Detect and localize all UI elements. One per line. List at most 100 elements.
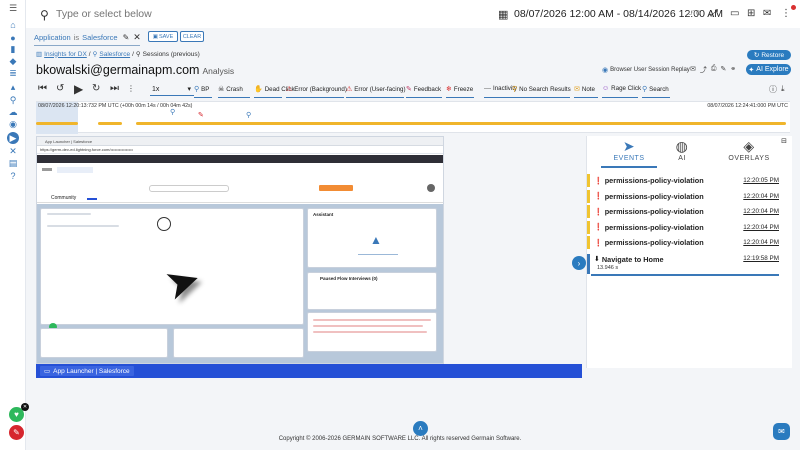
menu-icon[interactable]: ☰ — [7, 3, 19, 13]
expand-panel-button[interactable]: › — [572, 256, 586, 270]
home-icon[interactable]: ⌂ — [7, 20, 19, 30]
filter-tag-underline — [218, 97, 250, 98]
filter-tag-note[interactable]: ✉ Note — [574, 85, 595, 94]
insights-icon: ▥ — [36, 51, 43, 58]
filter-tag-no-search-results[interactable]: ⚲ No Search Results — [512, 85, 571, 94]
event-row[interactable]: ❗ permissions-policy-violation 12:20:04 PM — [587, 189, 781, 203]
feedback-marker-icon[interactable]: ✎ — [198, 111, 204, 119]
speed-select[interactable]: 1x ▾ — [150, 83, 194, 96]
dashboard-icon[interactable]: ▮ — [7, 44, 19, 54]
list-icon[interactable]: ≣ — [7, 68, 19, 78]
event-time[interactable]: 12:20:04 PM — [743, 193, 779, 200]
filter-tag-underline — [512, 97, 570, 98]
rewind-icon[interactable]: ↺ — [56, 83, 64, 94]
event-row[interactable]: ❗ permissions-policy-violation 12:20:05 PM — [587, 174, 781, 187]
pin-icon[interactable]: ✎ — [123, 33, 130, 42]
session-replay-viewport[interactable]: App Launcher | Salesforce https://germ-d… — [36, 136, 444, 364]
filter-tag-freeze[interactable]: ❄ Freeze — [446, 85, 473, 94]
help-icon[interactable]: ? — [7, 171, 19, 181]
tab-events[interactable]: ➤ EVENTS — [601, 138, 657, 162]
clear-button[interactable]: CLEAR — [180, 31, 204, 42]
globe-icon[interactable]: ◉ — [7, 119, 19, 129]
feedback-negative-button[interactable]: ✎ — [9, 425, 24, 440]
share-icon[interactable]: ⤴ — [700, 65, 707, 75]
replay-sf-header — [37, 155, 443, 163]
replay-mode-label: Browser User Session Replay — [610, 67, 690, 73]
replay-text-card — [307, 312, 437, 352]
alert-icon: ❗ — [594, 224, 603, 231]
breadcrumb-insights[interactable]: Insights for DX — [44, 51, 87, 58]
save-icon: ▣ — [152, 33, 158, 40]
event-time[interactable]: 12:19:58 PM — [743, 255, 779, 262]
filter-tag-feedback[interactable]: ✎ Feedback — [406, 85, 441, 94]
forward-icon[interactable]: ↻ — [92, 83, 100, 94]
download-icon[interactable]: ⤓ — [781, 84, 785, 94]
replay-text-line — [313, 331, 427, 333]
ai-explore-label: AI Explore — [756, 66, 789, 73]
skip-back-icon[interactable]: ⏮ — [38, 83, 47, 94]
skip-forward-icon[interactable]: ⏭ — [110, 83, 119, 94]
breadcrumb-sessions: Sessions (previous) — [142, 50, 200, 58]
feedback-close-button[interactable]: ✕ — [21, 403, 29, 411]
cloud-icon[interactable]: ☁ — [7, 107, 19, 117]
filter-tag-label: Rage Click — [611, 85, 642, 92]
filter-tag-rage-click[interactable]: ☺ Rage Click — [602, 85, 641, 92]
play-icon[interactable]: ▶ — [74, 82, 83, 96]
event-time[interactable]: 12:20:04 PM — [743, 224, 779, 231]
fullscreen-icon[interactable]: ⤢ — [710, 8, 718, 19]
filter-tag-crash[interactable]: ☠ Crash — [218, 85, 243, 94]
account-icon[interactable]: ⋮ — [781, 8, 791, 19]
event-row[interactable]: ❗ permissions-policy-violation 12:20:04 PM — [587, 220, 781, 234]
ai-explore-button[interactable]: ✦ AI Explore — [746, 64, 791, 75]
filter-tag-bp[interactable]: ⚲ BP — [194, 85, 209, 94]
replay-mode[interactable]: ◉ Browser User Session Replay — [602, 66, 690, 74]
event-time[interactable]: 12:20:04 PM — [743, 239, 779, 246]
search-input[interactable] — [56, 6, 276, 22]
breadcrumb-salesforce[interactable]: Salesforce — [99, 51, 130, 58]
report-icon[interactable]: ▤ — [7, 158, 19, 168]
settings-icon[interactable]: ⊞ — [747, 8, 755, 19]
monitor-icon[interactable]: ▭ — [730, 8, 739, 19]
scroll-top-button[interactable]: ˄ — [413, 421, 428, 436]
tab-ai[interactable]: ◍ AI — [654, 138, 710, 162]
info-icon[interactable]: ⓘ — [769, 84, 777, 95]
event-row[interactable]: ❗ permissions-policy-violation 12:20:04 PM — [587, 236, 781, 249]
edit-icon[interactable]: ✎ — [720, 65, 726, 75]
tab-overlays[interactable]: ◈ OVERLAYS — [721, 138, 777, 162]
event-time[interactable]: 12:20:04 PM — [743, 208, 779, 215]
restore-icon: ↻ — [753, 52, 760, 59]
session-replay-icon[interactable]: ▶ — [7, 132, 19, 144]
comment-icon[interactable]: ✉ — [690, 65, 696, 75]
filter-tag-error-user-facing[interactable]: ⚠ Error (User-facing) — [346, 85, 406, 94]
tree-icon: ▲ — [370, 233, 382, 247]
collapse-icon[interactable]: ⊟ — [781, 137, 787, 145]
more-icon[interactable]: ⋮ — [127, 84, 135, 93]
events-tabs: ➤ EVENTS ◍ AI ◈ OVERLAYS ⊟ — [587, 136, 793, 168]
bp-marker-icon[interactable]: ⚲ — [246, 111, 251, 119]
user-icon[interactable]: ● — [7, 33, 19, 43]
link-icon[interactable]: ⚭ — [730, 65, 736, 75]
event-row-navigate[interactable]: ⬇ Navigate to Home 12:19:58 PM 13.946 s — [587, 254, 781, 274]
search-nav-icon[interactable]: ⚲ — [7, 95, 19, 105]
save-button[interactable]: ▣ SAVE — [148, 31, 178, 42]
replay-app-name: Community — [51, 195, 77, 201]
close-icon[interactable]: ✕ — [133, 32, 141, 43]
event-row[interactable]: ❗ permissions-policy-violation 12:20:04 PM — [587, 205, 781, 218]
notifications-icon[interactable]: ✉ — [763, 8, 771, 19]
filter-tag-error-background[interactable]: ⚠ Error (Background) — [286, 85, 347, 94]
chat-icon[interactable]: ◆ — [7, 56, 19, 66]
session-timeline[interactable]: 08/07/2026 12:20:13:732 PM UTC (+00h 00m… — [36, 101, 790, 134]
tools-icon[interactable]: ✕ — [7, 146, 19, 156]
event-time[interactable]: 12:20:05 PM — [743, 177, 779, 184]
tab-ai-label: AI — [678, 155, 686, 162]
bp-marker-icon[interactable]: ⚲ — [170, 108, 175, 116]
chat-icon: ✉ — [778, 427, 785, 436]
print-icon[interactable]: ⎙ — [711, 65, 717, 75]
restore-button[interactable]: ↻ Restore — [747, 50, 791, 60]
filter-tag-search[interactable]: ⚲ Search — [642, 85, 669, 94]
calendar-icon[interactable]: ▦ — [498, 8, 508, 21]
chat-button[interactable]: ✉ — [773, 423, 790, 440]
filter-chip[interactable]: Application is Salesforce ✎ ✕ — [34, 30, 141, 44]
chart-icon[interactable]: ▴ — [7, 82, 19, 92]
event-duration: 13.946 s — [597, 265, 619, 271]
